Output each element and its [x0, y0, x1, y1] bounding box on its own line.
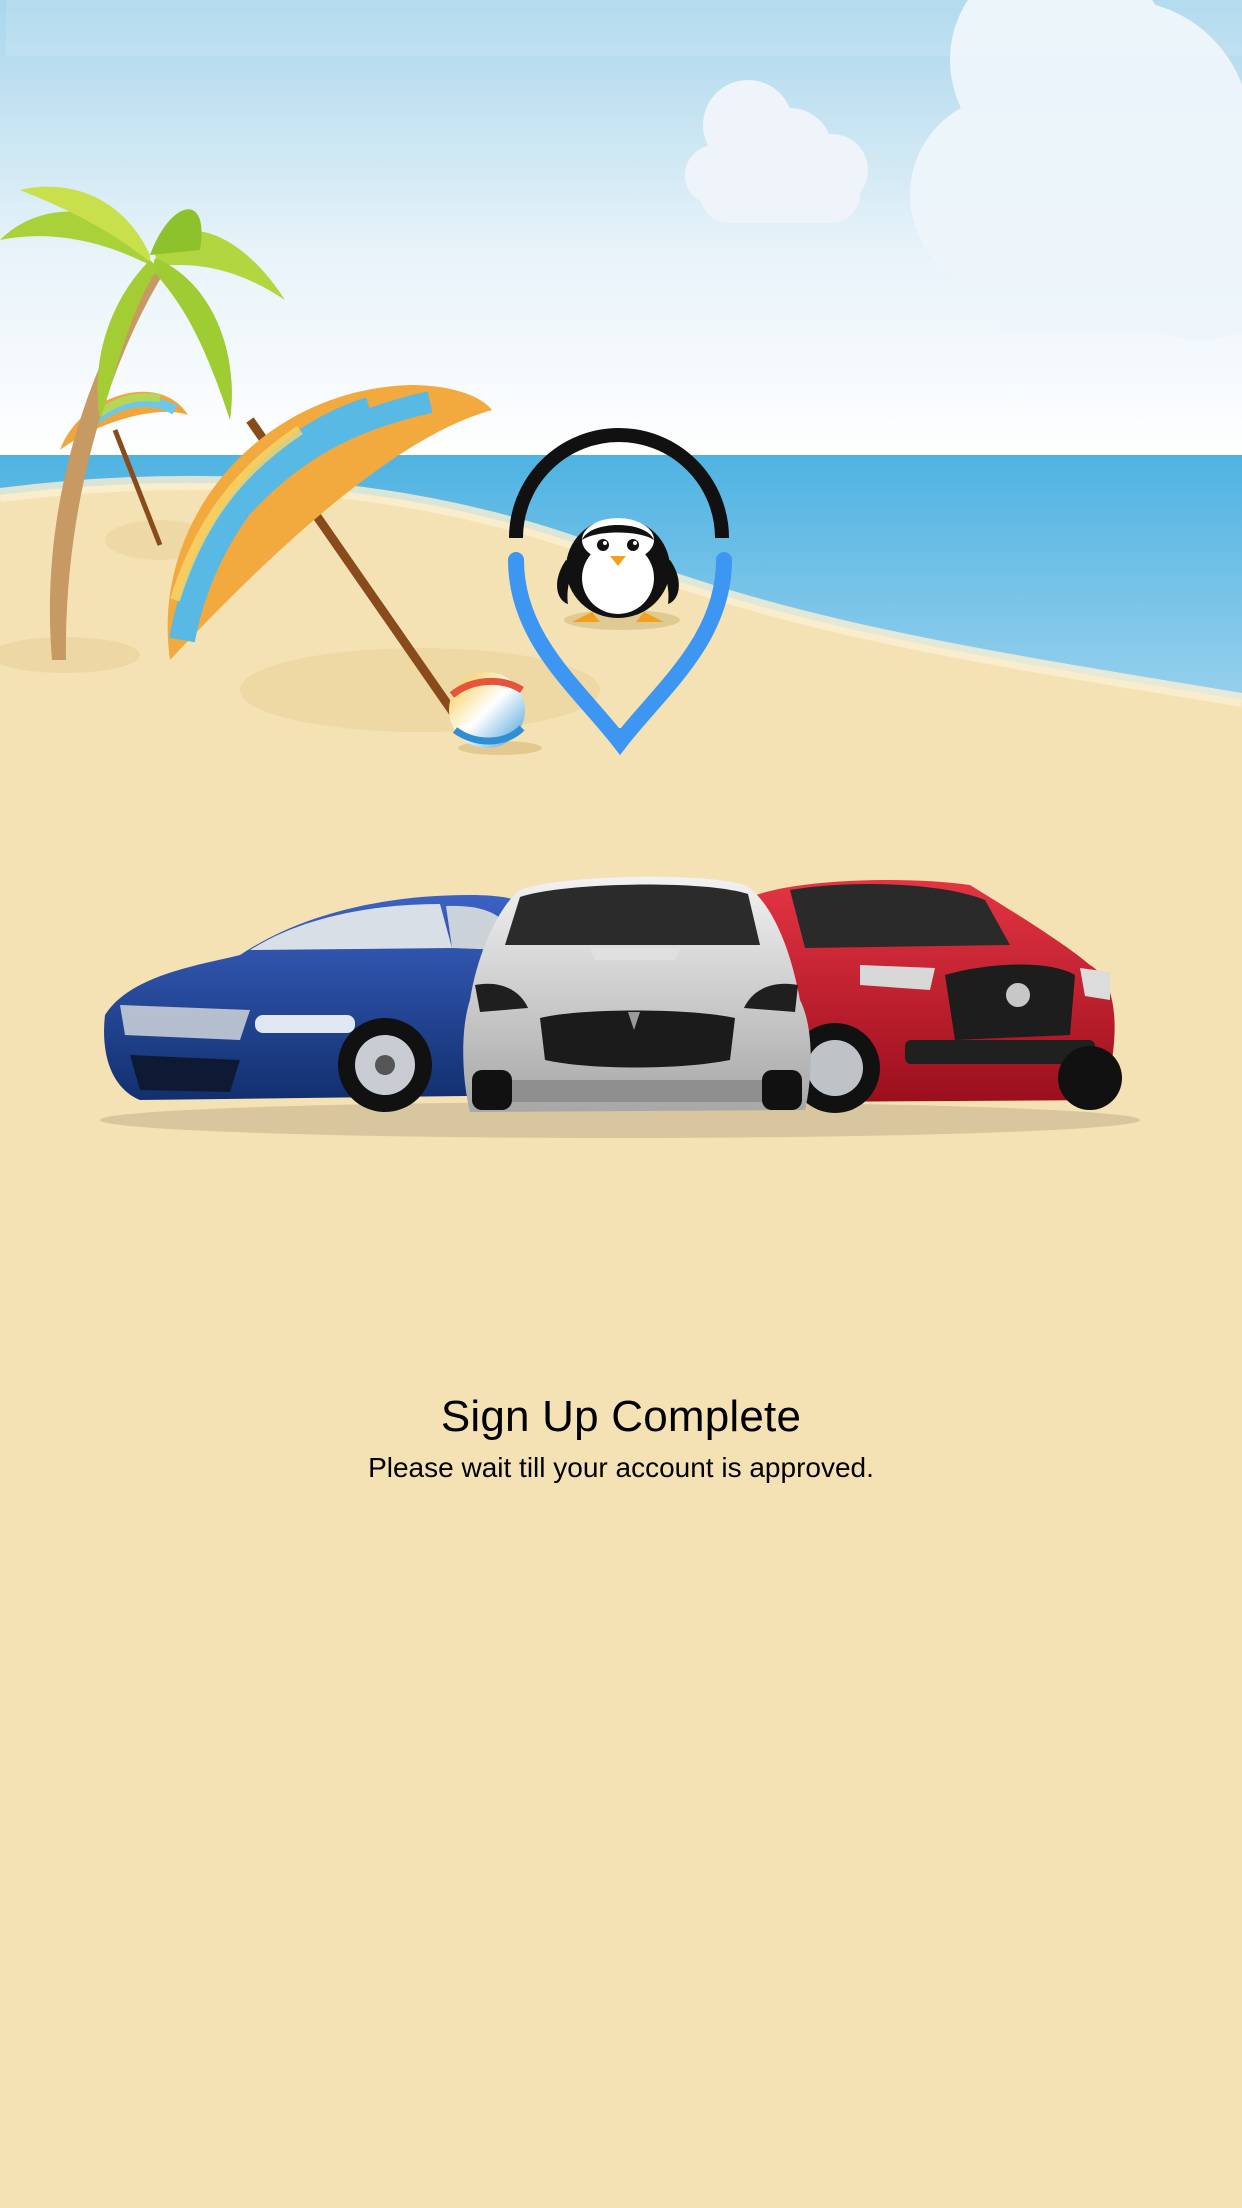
beach-illustration — [0, 0, 1242, 1160]
signup-complete-screen: Sign Up Complete Please wait till your a… — [0, 0, 1242, 2208]
approval-message: Please wait till your account is approve… — [368, 1452, 874, 1483]
car-icon — [463, 876, 811, 1112]
status-bar — [6, 0, 1242, 56]
signup-confirmation: Sign Up Complete Please wait till your a… — [0, 1390, 1242, 1486]
page-title: Sign Up Complete — [440, 1392, 802, 1441]
